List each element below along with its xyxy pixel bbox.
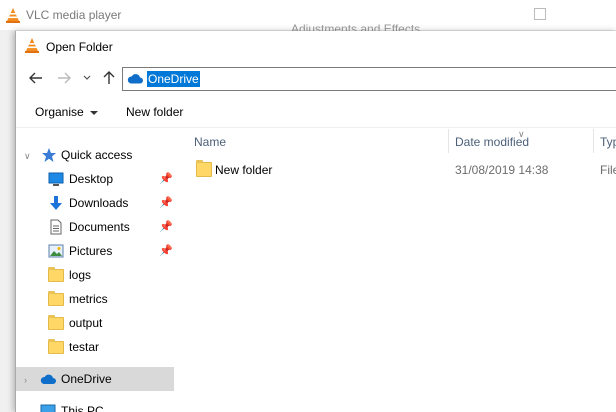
navigation-bar: OneDrive: [16, 61, 616, 95]
vlc-maximize-icon[interactable]: [534, 8, 546, 20]
nav-item-logs[interactable]: logs: [16, 263, 174, 287]
vlc-cone-icon: [25, 38, 39, 53]
nav-item-downloads[interactable]: Downloads 📌: [16, 191, 174, 215]
download-icon: [50, 196, 62, 210]
folder-icon: [48, 267, 64, 282]
nav-item-label: Desktop: [69, 172, 114, 186]
toolbar-divider: [16, 127, 616, 128]
column-header-name[interactable]: Name: [176, 129, 448, 153]
computer-icon: [40, 404, 56, 412]
nav-item-label: logs: [69, 268, 92, 282]
vlc-window-edge: [0, 30, 15, 412]
nav-item-quick-access[interactable]: ∨ Quick access: [16, 143, 174, 167]
cloud-icon: [127, 74, 143, 84]
folder-icon: [48, 315, 64, 330]
nav-item-label: OneDrive: [61, 372, 112, 386]
folder-icon: [48, 339, 64, 354]
file-type: File: [600, 163, 616, 177]
dialog-titlebar: Open Folder: [16, 31, 616, 61]
address-text[interactable]: OneDrive: [147, 71, 200, 87]
column-header-date-modified[interactable]: Date modified: [449, 129, 593, 153]
caret-down-icon: [89, 110, 98, 115]
file-row[interactable]: New folder 31/08/2019 14:38 File: [176, 159, 616, 181]
chevron-down-icon[interactable]: ∨: [24, 151, 31, 162]
file-name: New folder: [215, 163, 273, 177]
file-date-modified: 31/08/2019 14:38: [455, 163, 549, 177]
pin-icon[interactable]: 📌: [159, 244, 173, 257]
column-header-label: Type: [600, 135, 616, 149]
nav-item-onedrive[interactable]: › OneDrive: [16, 367, 174, 391]
pin-icon[interactable]: 📌: [159, 172, 173, 185]
organise-button[interactable]: Organise: [35, 105, 98, 119]
address-bar[interactable]: OneDrive: [122, 67, 616, 91]
pictures-icon: [48, 244, 64, 258]
nav-item-testar[interactable]: testar: [16, 335, 174, 359]
pin-icon[interactable]: 📌: [159, 196, 173, 209]
column-header-label: Date modified: [455, 135, 530, 149]
forward-arrow-icon[interactable]: [56, 70, 72, 86]
new-folder-button[interactable]: New folder: [126, 105, 183, 119]
pin-icon[interactable]: 📌: [159, 220, 173, 233]
nav-item-label: Quick access: [61, 148, 133, 162]
navigation-pane: ∨ Quick access Desktop 📌 Downloads 📌 Doc…: [16, 129, 177, 412]
nav-item-label: This PC: [61, 404, 104, 412]
nav-item-this-pc[interactable]: This PC: [16, 399, 174, 412]
nav-item-label: Documents: [69, 220, 130, 234]
nav-item-label: Pictures: [69, 244, 113, 258]
up-arrow-icon[interactable]: [101, 70, 117, 86]
command-toolbar: Organise New folder: [16, 95, 616, 129]
folder-icon: [48, 291, 64, 306]
nav-item-desktop[interactable]: Desktop 📌: [16, 167, 174, 191]
column-header-type[interactable]: Type: [594, 129, 616, 153]
recent-locations-chevron-icon[interactable]: [82, 70, 92, 86]
organise-label: Organise: [35, 105, 84, 119]
vlc-cone-icon: [6, 8, 20, 23]
desktop-icon: [48, 172, 64, 186]
folder-icon: [196, 160, 212, 177]
nav-item-documents[interactable]: Documents 📌: [16, 215, 174, 239]
cloud-icon: [40, 374, 56, 384]
nav-item-metrics[interactable]: metrics: [16, 287, 174, 311]
back-arrow-icon[interactable]: [28, 70, 44, 86]
dialog-title: Open Folder: [46, 40, 113, 54]
column-header-label: Name: [194, 135, 227, 149]
nav-item-output[interactable]: output: [16, 311, 174, 335]
chevron-right-icon[interactable]: ›: [24, 375, 27, 385]
vlc-titlebar: VLC media player Adjustments and Effects: [0, 0, 616, 36]
open-folder-dialog: Open Folder OneDrive Organise New folder: [15, 31, 616, 412]
vlc-window-title: VLC media player: [26, 8, 122, 22]
nav-item-label: Downloads: [69, 196, 129, 210]
nav-item-pictures[interactable]: Pictures 📌: [16, 239, 174, 263]
star-icon: [42, 148, 56, 162]
nav-item-label: testar: [69, 340, 100, 354]
nav-item-label: output: [69, 316, 103, 330]
file-list-pane: Name ∨ Date modified Type New folder 31/…: [176, 129, 616, 412]
documents-icon: [50, 219, 62, 235]
nav-item-label: metrics: [69, 292, 108, 306]
